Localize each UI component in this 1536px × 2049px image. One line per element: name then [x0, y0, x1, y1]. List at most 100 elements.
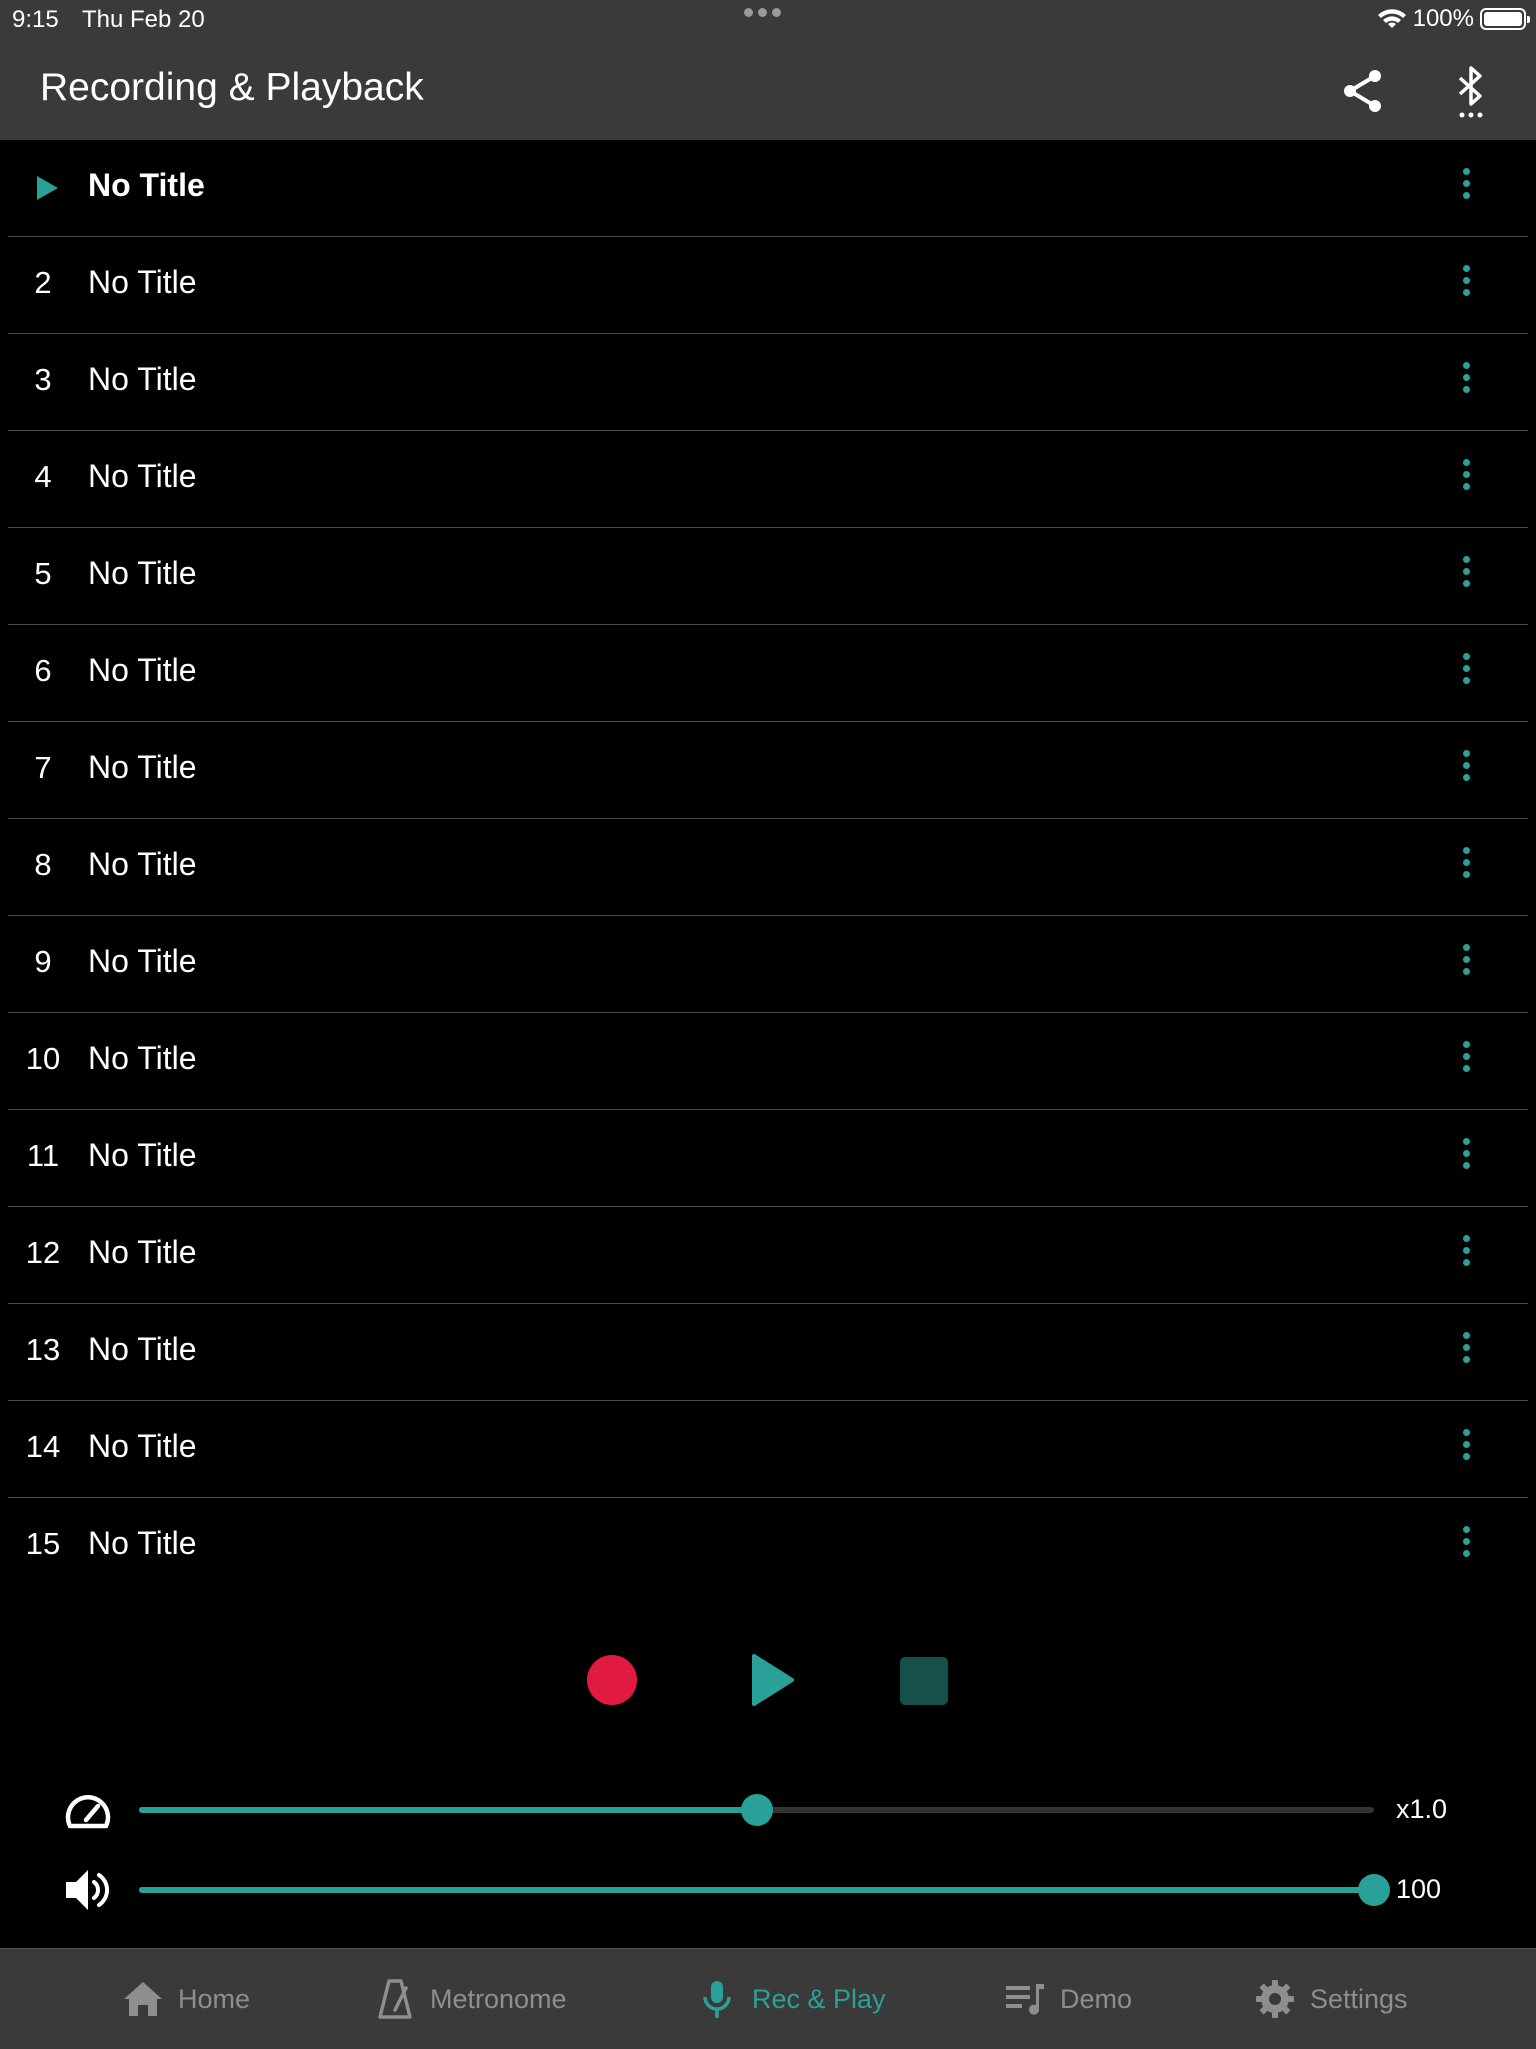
- more-options-icon[interactable]: [1460, 459, 1472, 499]
- more-options-icon[interactable]: [1460, 556, 1472, 596]
- tab-label: Metronome: [430, 1983, 567, 2014]
- track-number: 7: [34, 750, 52, 785]
- multitasking-dots-icon[interactable]: [744, 8, 781, 17]
- tab-label: Rec & Play: [752, 1983, 886, 2014]
- volume-value: 100: [1396, 1874, 1442, 1904]
- battery-percent: 100%: [1412, 5, 1474, 32]
- track-title: No Title: [88, 555, 197, 591]
- more-options-icon[interactable]: [1460, 1041, 1472, 1081]
- more-options-icon[interactable]: [1460, 750, 1472, 790]
- track-row[interactable]: 10 No Title: [8, 1013, 1528, 1110]
- speedometer-icon: [65, 1795, 111, 1829]
- track-title: No Title: [88, 846, 197, 882]
- track-row[interactable]: 6 No Title: [8, 625, 1528, 722]
- speed-slider-fill: [139, 1807, 757, 1813]
- play-button[interactable]: [750, 1652, 796, 1708]
- track-number: 15: [25, 1526, 61, 1561]
- track-row[interactable]: 8 No Title: [8, 819, 1528, 916]
- track-number: 11: [26, 1138, 60, 1173]
- battery-icon: [1480, 8, 1530, 30]
- track-title: No Title: [88, 943, 197, 979]
- track-number: 6: [34, 653, 52, 688]
- track-title: No Title: [88, 167, 205, 203]
- track-title: No Title: [88, 749, 197, 785]
- status-bar: 9:15 Thu Feb 20 100%: [0, 0, 1536, 40]
- tab-metronome[interactable]: Metronome: [374, 1977, 567, 2021]
- more-options-icon[interactable]: [1460, 1429, 1472, 1469]
- tab-label: Settings: [1310, 1983, 1408, 2014]
- track-row[interactable]: 5 No Title: [8, 528, 1528, 625]
- speed-slider-row: x1.0: [0, 1782, 1536, 1842]
- more-options-icon[interactable]: [1460, 1235, 1472, 1275]
- now-playing-icon: [37, 176, 58, 200]
- speed-slider[interactable]: [139, 1794, 1374, 1826]
- track-row[interactable]: 2 No Title: [8, 237, 1528, 334]
- tab-rec-play[interactable]: Rec & Play: [696, 1977, 886, 2021]
- tab-settings[interactable]: Settings: [1254, 1977, 1408, 2021]
- more-options-icon[interactable]: [1460, 1332, 1472, 1372]
- gear-icon: [1256, 1980, 1294, 2018]
- track-number: 9: [34, 944, 52, 979]
- track-number: 3: [34, 362, 52, 397]
- page-title: Recording & Playback: [40, 66, 424, 109]
- record-button[interactable]: [587, 1655, 637, 1705]
- track-number: 2: [34, 265, 52, 300]
- volume-slider-fill: [139, 1887, 1374, 1893]
- track-row[interactable]: 3 No Title: [8, 334, 1528, 431]
- more-options-icon[interactable]: [1460, 653, 1472, 693]
- track-row[interactable]: 13 No Title: [8, 1304, 1528, 1401]
- track-title: No Title: [88, 1428, 197, 1464]
- track-number: 5: [34, 556, 52, 591]
- track-number: 4: [34, 459, 52, 494]
- wifi-icon: [1377, 9, 1406, 28]
- bluetooth-icon[interactable]: [1450, 64, 1492, 120]
- track-title: No Title: [88, 652, 197, 688]
- stop-button[interactable]: [900, 1657, 948, 1705]
- track-title: No Title: [88, 1137, 197, 1173]
- track-row[interactable]: 14 No Title: [8, 1401, 1528, 1498]
- more-options-icon[interactable]: [1460, 265, 1472, 305]
- track-row[interactable]: No Title: [8, 140, 1528, 237]
- status-date: Thu Feb 20: [82, 6, 205, 33]
- status-time: 9:15: [12, 6, 59, 33]
- track-row[interactable]: 12 No Title: [8, 1207, 1528, 1304]
- tab-home[interactable]: Home: [122, 1977, 250, 2021]
- track-number: 12: [25, 1235, 61, 1270]
- speed-slider-thumb[interactable]: [740, 1794, 773, 1826]
- track-number: 8: [34, 847, 52, 882]
- track-number: 14: [25, 1429, 61, 1464]
- tab-demo[interactable]: Demo: [1004, 1977, 1132, 2021]
- speed-value: x1.0: [1396, 1794, 1448, 1824]
- tab-label: Home: [178, 1983, 251, 2014]
- more-options-icon[interactable]: [1460, 168, 1472, 208]
- speaker-icon: [66, 1870, 109, 1910]
- microphone-icon: [703, 1981, 731, 2018]
- playlist-icon: [1006, 1984, 1044, 2015]
- metronome-icon: [378, 1979, 412, 2019]
- track-title: No Title: [88, 1040, 197, 1076]
- track-number: 13: [25, 1332, 61, 1367]
- volume-slider-thumb[interactable]: [1358, 1874, 1390, 1906]
- track-row[interactable]: 7 No Title: [8, 722, 1528, 819]
- track-row[interactable]: 4 No Title: [8, 431, 1528, 528]
- volume-slider[interactable]: [139, 1874, 1390, 1906]
- track-title: No Title: [88, 1525, 197, 1561]
- home-icon: [124, 1982, 162, 2016]
- track-row[interactable]: 15 No Title: [8, 1498, 1528, 1594]
- more-options-icon[interactable]: [1460, 1526, 1472, 1566]
- track-list: No Title 2 No Title 3 No Title 4 No Title 5 No T…: [8, 140, 1528, 1594]
- tab-bar: Home Metronome Rec & Play Demo Settings: [0, 1948, 1536, 2049]
- more-options-icon[interactable]: [1460, 1138, 1472, 1178]
- track-title: No Title: [88, 1331, 197, 1367]
- track-title: No Title: [88, 361, 197, 397]
- track-title: No Title: [88, 264, 197, 300]
- track-row[interactable]: 9 No Title: [8, 916, 1528, 1013]
- track-title: No Title: [88, 458, 197, 494]
- more-options-icon[interactable]: [1460, 944, 1472, 984]
- tab-label: Demo: [1060, 1983, 1133, 2014]
- more-options-icon[interactable]: [1460, 362, 1472, 402]
- share-icon[interactable]: [1338, 66, 1388, 116]
- app-header: Recording & Playback: [0, 40, 1536, 140]
- more-options-icon[interactable]: [1460, 847, 1472, 887]
- track-row[interactable]: 11 No Title: [8, 1110, 1528, 1207]
